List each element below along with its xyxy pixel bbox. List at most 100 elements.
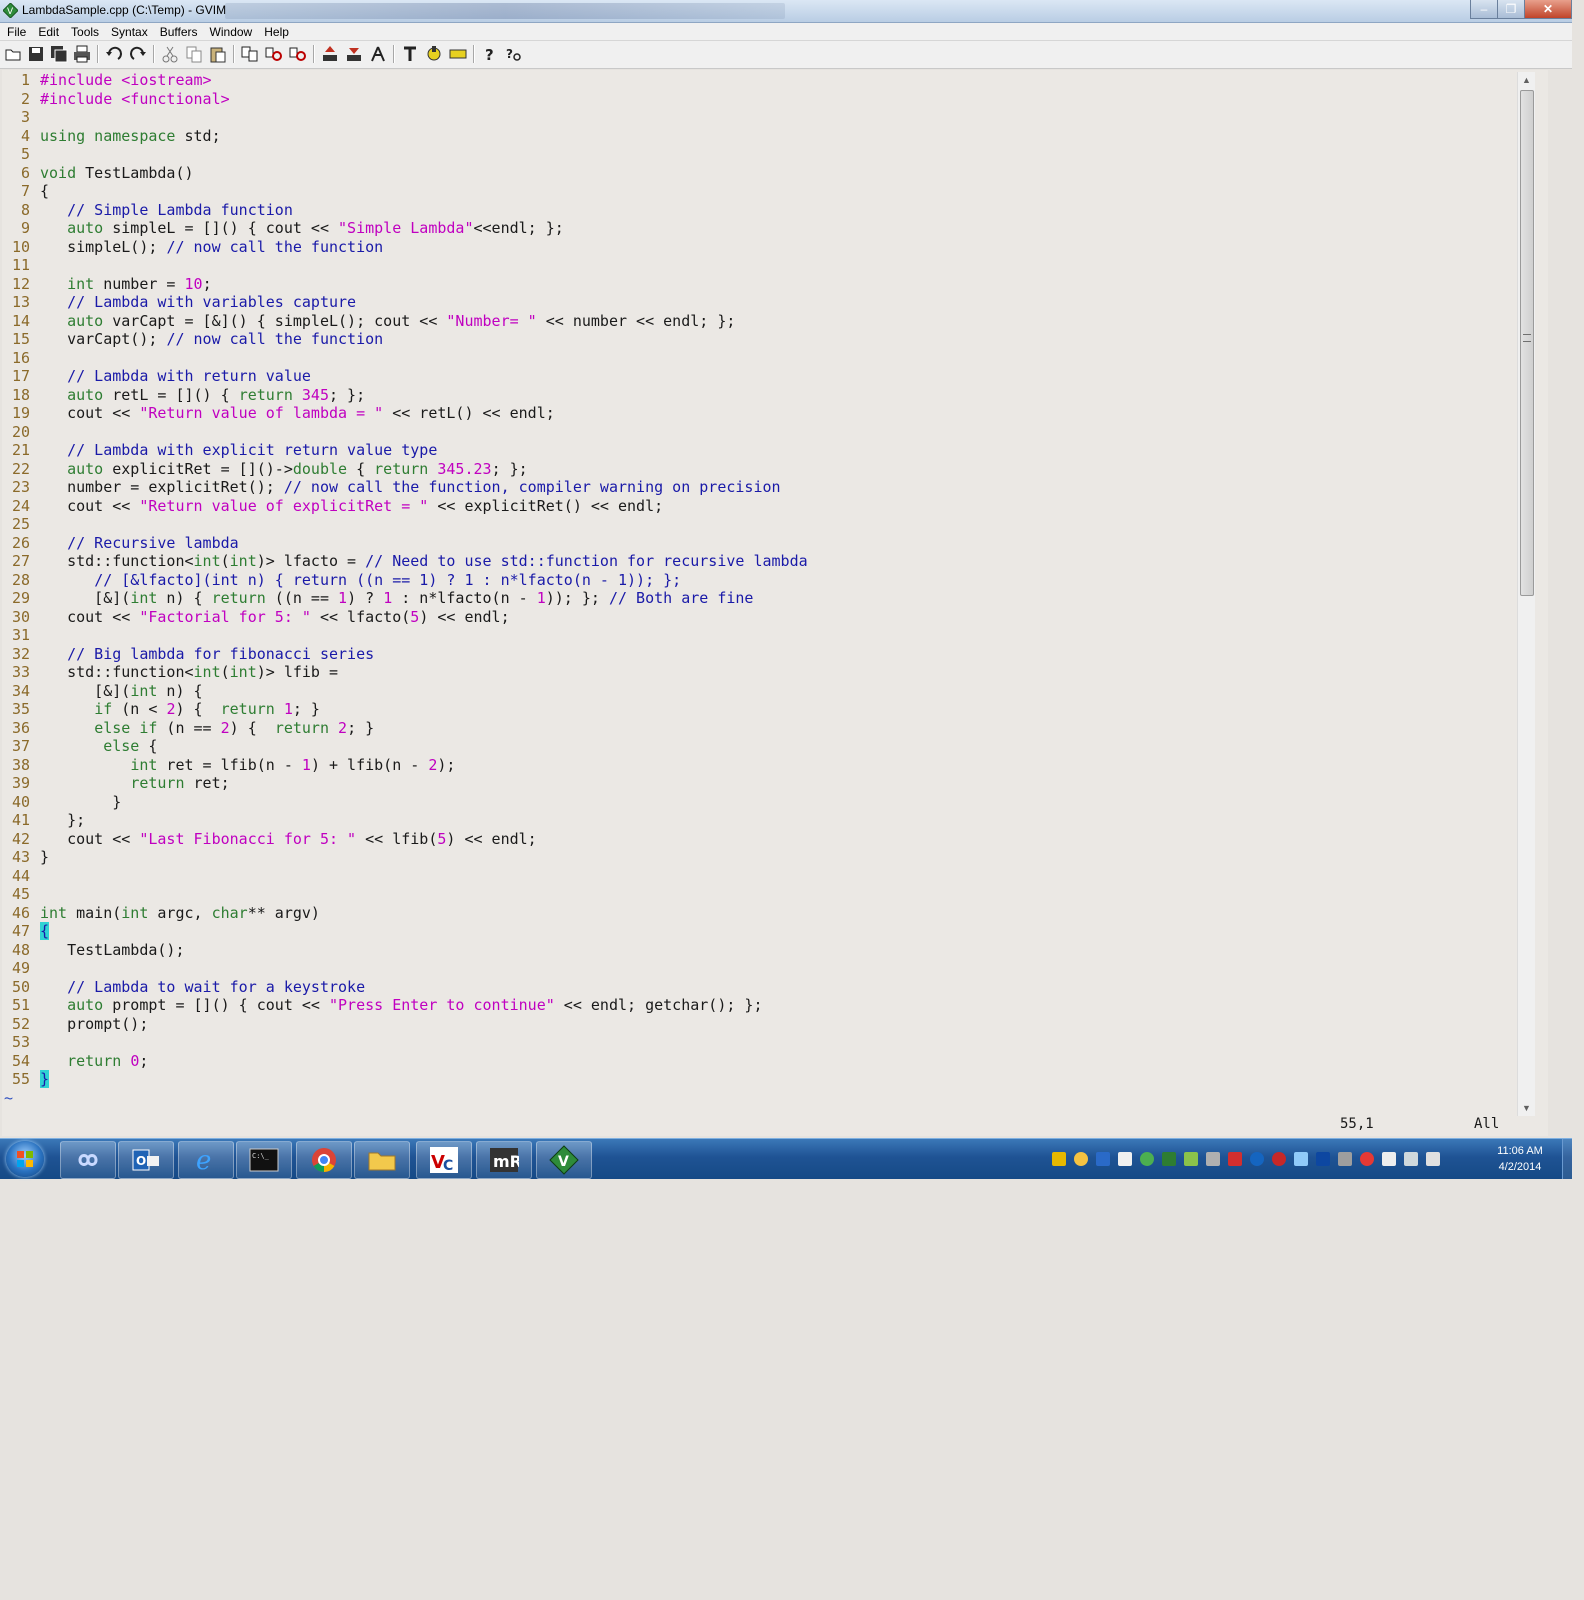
code-line[interactable]: 10 simpleL(); // now call the function [2,238,808,257]
code-line[interactable]: 9 auto simpleL = []() { cout << "Simple … [2,219,808,238]
code-line[interactable]: 43} [2,848,808,867]
taskbar-internet-explorer[interactable]: e [178,1141,234,1179]
menu-buffers[interactable]: Buffers [154,25,204,39]
taskbar-visual-c[interactable]: VC [416,1141,472,1179]
code-line[interactable]: 5 [2,145,808,164]
taskbar-chrome[interactable] [296,1141,352,1179]
code-line[interactable]: 47 { [2,922,808,941]
code-line[interactable]: 25 [2,515,808,534]
menu-tools[interactable]: Tools [65,25,105,39]
run-script-icon[interactable] [368,44,388,64]
code-line[interactable]: 54 return 0; [2,1052,808,1071]
menu-file[interactable]: File [0,25,32,39]
code-line[interactable]: 52 prompt(); [2,1015,808,1034]
mail-tray-icon[interactable] [1052,1152,1066,1166]
update-tray-icon[interactable] [1360,1152,1374,1166]
code-line[interactable]: 12 int number = 10; [2,275,808,294]
code-line[interactable]: 19 cout << "Return value of lambda = " <… [2,404,808,423]
code-line[interactable]: 23 number = explicitRet(); // now call t… [2,478,808,497]
menu-syntax[interactable]: Syntax [105,25,154,39]
minimize-button[interactable]: – [1470,0,1498,19]
taskbar-file-explorer[interactable] [354,1141,410,1179]
find-prev-icon[interactable] [288,44,308,64]
chart-tray-icon[interactable] [1162,1152,1176,1166]
code-line[interactable]: 11 [2,256,808,275]
code-line[interactable]: 34 [&](int n) { [2,682,808,701]
copy-icon[interactable] [184,44,204,64]
taskbar-gvim[interactable]: V [536,1141,592,1179]
code-line[interactable]: 40 } [2,793,808,812]
code-line[interactable]: 50 // Lambda to wait for a keystroke [2,978,808,997]
code-line[interactable]: 4 using namespace std; [2,127,808,146]
wireless-tray-icon[interactable] [1206,1152,1220,1166]
code-line[interactable]: 24 cout << "Return value of explicitRet … [2,497,808,516]
code-line[interactable]: 44 [2,867,808,886]
taskbar-remote-app[interactable]: mR [476,1141,532,1179]
code-line[interactable]: 42 cout << "Last Fibonacci for 5: " << l… [2,830,808,849]
code-line[interactable]: 41 }; [2,811,808,830]
code-line[interactable]: 31 [2,626,808,645]
taskbar-command-prompt[interactable]: C:\_ [236,1141,292,1179]
network-tray-icon[interactable] [1184,1152,1198,1166]
word-tray-icon[interactable] [1118,1152,1132,1166]
flag-tray-icon[interactable] [1382,1152,1396,1166]
save-session-icon[interactable] [344,44,364,64]
cut-icon[interactable] [160,44,180,64]
find-help-icon[interactable]: ? [504,44,524,64]
code-line[interactable]: 7{ [2,182,808,201]
sync-tray-icon[interactable] [1294,1152,1308,1166]
tag-icon[interactable] [448,44,468,64]
code-line[interactable]: 21 // Lambda with explicit return value … [2,441,808,460]
taskbar-outlook[interactable]: O [118,1141,174,1179]
open-icon[interactable] [3,44,23,64]
code-line[interactable]: 46 int main(int argc, char** argv) [2,904,808,923]
code-line[interactable]: 3 [2,108,808,127]
code-line[interactable]: 29 [&](int n) { return ((n == 1) ? 1 : n… [2,589,808,608]
antivirus-tray-icon[interactable] [1228,1152,1242,1166]
editor-area[interactable]: 1 #include <iostream> 2 #include <functiona… [2,70,1548,1136]
chrome-tray-icon[interactable] [1140,1152,1154,1166]
print-icon[interactable] [72,44,92,64]
monitor-tray-icon[interactable] [1404,1152,1418,1166]
save-icon[interactable] [26,44,46,64]
help-icon[interactable]: ? [480,44,500,64]
code-line[interactable]: 28 // [&lfacto](int n) { return ((n == 1… [2,571,808,590]
start-button[interactable] [6,1141,44,1177]
code-line[interactable]: 39 return ret; [2,774,808,793]
code-line[interactable]: 14 auto varCapt = [&]() { simpleL(); cou… [2,312,808,331]
code-buffer[interactable]: 1 #include <iostream> 2 #include <functiona… [2,71,808,1107]
redo-icon[interactable] [128,44,148,64]
undo-icon[interactable] [104,44,124,64]
bluetooth-tray-icon[interactable] [1316,1152,1330,1166]
code-line[interactable]: 37 else { [2,737,808,756]
code-line[interactable]: 49 [2,959,808,978]
code-line[interactable]: 2 #include <functional> [2,90,808,109]
code-line[interactable]: 17 // Lambda with return value [2,367,808,386]
volume-muted-tray-icon[interactable] [1426,1152,1440,1166]
replace-icon[interactable] [240,44,260,64]
code-line[interactable]: 51 auto prompt = []() { cout << "Press E… [2,996,808,1015]
device-tray-icon[interactable] [1338,1152,1352,1166]
code-line[interactable]: 13 // Lambda with variables capture [2,293,808,312]
paste-icon[interactable] [208,44,228,64]
taskbar-visual-studio[interactable] [60,1141,116,1179]
code-line[interactable]: 45 [2,885,808,904]
show-desktop-button[interactable] [1562,1139,1573,1179]
code-line[interactable]: 36 else if (n == 2) { return 2; } [2,719,808,738]
messenger-tray-icon[interactable] [1074,1152,1088,1166]
code-line[interactable]: 30 cout << "Factorial for 5: " << lfacto… [2,608,808,627]
outlook-tray-icon[interactable] [1096,1152,1110,1166]
code-line[interactable]: 1 #include <iostream> [2,71,808,90]
security-tray-icon[interactable] [1272,1152,1286,1166]
code-line[interactable]: 18 auto retL = []() { return 345; }; [2,386,808,405]
code-line[interactable]: 33 std::function<int(int)> lfib = [2,663,808,682]
code-line[interactable]: 22 auto explicitRet = []()->double { ret… [2,460,808,479]
vertical-scrollbar[interactable]: ▲ ▼ [1517,72,1535,1116]
power-tray-icon[interactable] [1250,1152,1264,1166]
shell-icon[interactable] [424,44,444,64]
menu-edit[interactable]: Edit [32,25,65,39]
code-line[interactable]: 8 // Simple Lambda function [2,201,808,220]
menu-help[interactable]: Help [258,25,295,39]
code-line[interactable]: 20 [2,423,808,442]
make-icon[interactable] [400,44,420,64]
